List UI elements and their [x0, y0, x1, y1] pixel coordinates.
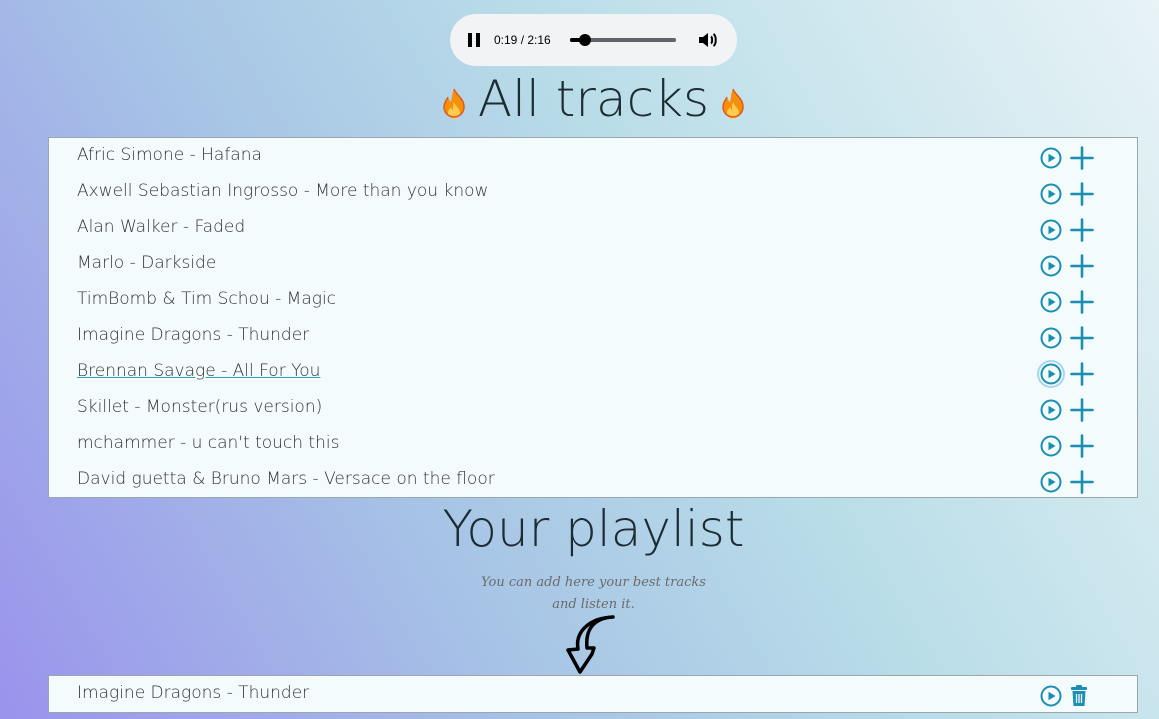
- pause-button[interactable]: [466, 32, 482, 48]
- plus-icon: [1070, 362, 1094, 386]
- track-row: Axwell Sebastian Ingrosso - More than yo…: [49, 177, 1137, 213]
- play-circle-icon: [1040, 471, 1062, 493]
- play-track-button[interactable]: [1039, 398, 1063, 422]
- add-to-playlist-button[interactable]: [1070, 146, 1094, 170]
- remove-track-button[interactable]: [1069, 684, 1089, 708]
- track-name[interactable]: TimBomb & Tim Schou - Magic: [77, 289, 336, 309]
- play-track-button[interactable]: [1039, 290, 1063, 314]
- add-to-playlist-button[interactable]: [1070, 398, 1094, 422]
- play-circle-icon: [1040, 435, 1062, 457]
- track-row: David guetta & Bruno Mars - Versace on t…: [49, 465, 1137, 501]
- add-to-playlist-button[interactable]: [1070, 470, 1094, 494]
- play-track-button[interactable]: [1039, 326, 1063, 350]
- track-row: Afric Simone - Hafana: [49, 141, 1137, 177]
- add-to-playlist-button[interactable]: [1070, 290, 1094, 314]
- fire-icon: [719, 74, 747, 132]
- plus-icon: [1070, 254, 1094, 278]
- add-to-playlist-button[interactable]: [1070, 254, 1094, 278]
- audio-player: 0:19 / 2:16: [450, 14, 737, 66]
- plus-icon: [1070, 326, 1094, 350]
- play-track-button[interactable]: [1039, 182, 1063, 206]
- play-track-button[interactable]: [1039, 254, 1063, 278]
- curved-arrow-down-icon: [563, 614, 621, 680]
- plus-icon: [1070, 182, 1094, 206]
- add-to-playlist-button[interactable]: [1070, 218, 1094, 242]
- track-name[interactable]: Imagine Dragons - Thunder: [77, 325, 309, 345]
- all-tracks-list: Afric Simone - Hafana Axwell Sebastian In…: [48, 137, 1138, 498]
- play-circle-icon: [1040, 363, 1062, 385]
- all-tracks-title: All tracks: [477, 70, 710, 128]
- volume-button[interactable]: [698, 30, 718, 50]
- all-tracks-heading: All tracks: [0, 70, 1159, 132]
- play-circle-icon: [1040, 291, 1062, 313]
- seek-knob[interactable]: [578, 34, 591, 46]
- play-track-button[interactable]: [1039, 684, 1063, 708]
- plus-icon: [1070, 218, 1094, 242]
- play-circle-icon: [1040, 399, 1062, 421]
- play-track-button[interactable]: [1039, 470, 1063, 494]
- track-name[interactable]: mchammer - u can't touch this: [77, 433, 339, 453]
- play-track-button[interactable]: [1039, 362, 1063, 386]
- play-circle-icon: [1040, 255, 1062, 277]
- trash-icon: [1071, 685, 1087, 706]
- play-circle-icon: [1040, 685, 1062, 707]
- playlist-subtitle: You can add here your best tracks and li…: [0, 572, 1159, 616]
- play-track-button[interactable]: [1039, 434, 1063, 458]
- volume-icon: [699, 33, 717, 47]
- add-to-playlist-button[interactable]: [1070, 434, 1094, 458]
- track-name[interactable]: Afric Simone - Hafana: [77, 145, 262, 165]
- play-circle-icon: [1040, 147, 1062, 169]
- add-to-playlist-button[interactable]: [1070, 362, 1094, 386]
- plus-icon: [1070, 146, 1094, 170]
- play-track-button[interactable]: [1039, 146, 1063, 170]
- play-circle-icon: [1040, 183, 1062, 205]
- add-to-playlist-button[interactable]: [1070, 182, 1094, 206]
- playlist-title: Your playlist: [442, 500, 745, 558]
- track-row: Alan Walker - Faded: [49, 213, 1137, 249]
- track-row: mchammer - u can't touch this: [49, 429, 1137, 465]
- playlist-subtitle-line: You can add here your best tracks: [481, 575, 706, 590]
- add-to-playlist-button[interactable]: [1070, 326, 1094, 350]
- play-circle-icon: [1040, 327, 1062, 349]
- track-name[interactable]: Imagine Dragons - Thunder: [77, 683, 309, 703]
- track-row: Brennan Savage - All For You: [49, 357, 1137, 393]
- track-name[interactable]: Brennan Savage - All For You: [77, 361, 320, 381]
- seek-slider[interactable]: [570, 34, 676, 46]
- track-name[interactable]: David guetta & Bruno Mars - Versace on t…: [77, 469, 495, 489]
- playlist-list: Imagine Dragons - Thunder: [48, 675, 1138, 713]
- track-row: TimBomb & Tim Schou - Magic: [49, 285, 1137, 321]
- time-display: 0:19 / 2:16: [494, 33, 551, 47]
- track-name[interactable]: Skillet - Monster(rus version): [77, 397, 322, 417]
- track-name[interactable]: Alan Walker - Faded: [77, 217, 245, 237]
- play-track-button[interactable]: [1039, 218, 1063, 242]
- track-name[interactable]: Axwell Sebastian Ingrosso - More than yo…: [77, 181, 488, 201]
- plus-icon: [1070, 290, 1094, 314]
- plus-icon: [1070, 434, 1094, 458]
- track-row: Marlo - Darkside: [49, 249, 1137, 285]
- play-circle-icon: [1040, 219, 1062, 241]
- track-row: Skillet - Monster(rus version): [49, 393, 1137, 429]
- track-row: Imagine Dragons - Thunder: [49, 679, 1137, 715]
- plus-icon: [1070, 470, 1094, 494]
- track-row: Imagine Dragons - Thunder: [49, 321, 1137, 357]
- track-name[interactable]: Marlo - Darkside: [77, 253, 216, 273]
- pause-icon: [468, 33, 480, 47]
- playlist-subtitle-line: and listen it.: [552, 597, 635, 612]
- plus-icon: [1070, 398, 1094, 422]
- fire-icon: [440, 74, 468, 132]
